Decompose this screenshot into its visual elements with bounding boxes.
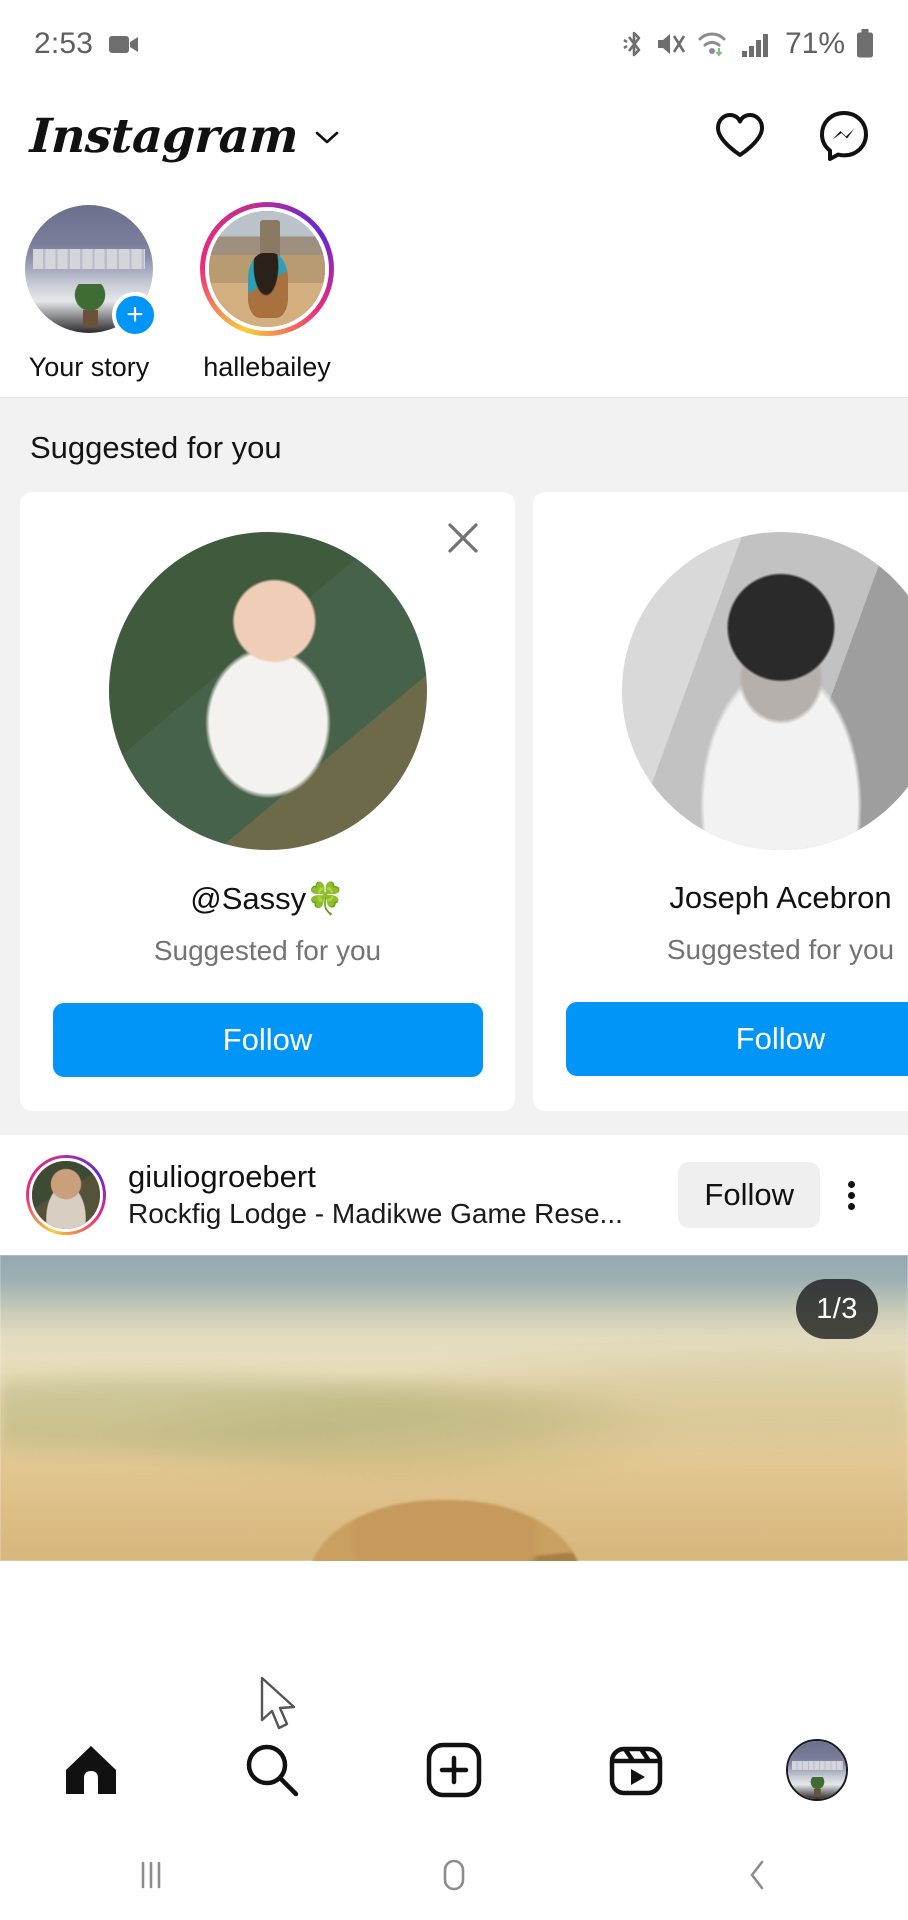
battery-percentage: 71%	[784, 27, 845, 60]
suggested-user-name: @Sassy🍀	[190, 881, 345, 916]
suggested-cards-row[interactable]: @Sassy🍀 Suggested for you Follow Joseph …	[0, 492, 908, 1111]
status-bar-right: 71%	[623, 27, 874, 61]
post-header: giuliogroebert Rockfig Lodge - Madikwe G…	[0, 1135, 908, 1255]
home-button-icon	[443, 1859, 465, 1891]
carousel-indicator: 1/3	[796, 1279, 878, 1339]
battery-icon	[857, 29, 873, 58]
profile-thumbnail-image	[788, 1741, 847, 1799]
more-options-icon[interactable]	[820, 1177, 882, 1214]
avatar	[29, 1158, 103, 1232]
follow-button[interactable]: Follow	[52, 1003, 483, 1077]
bluetooth-icon	[623, 31, 641, 57]
app-header: Instagram	[0, 88, 908, 184]
bottom-navigation-bar	[0, 1710, 908, 1830]
guitarist-desert-image	[209, 211, 325, 327]
suggested-section-title: Suggested for you	[30, 430, 282, 465]
suggested-user-card[interactable]: Joseph Acebron Suggested for you Follow	[533, 492, 908, 1111]
post-location[interactable]: Rockfig Lodge - Madikwe Game Rese...	[128, 1196, 623, 1231]
chevron-down-icon[interactable]	[312, 128, 342, 148]
post-author-avatar-ring[interactable]	[26, 1155, 106, 1235]
recents-icon	[142, 1861, 161, 1889]
status-bar: 2:53 71%	[0, 0, 908, 88]
post-media[interactable]: 1/3	[0, 1255, 908, 1561]
android-system-nav	[0, 1830, 908, 1920]
suggested-user-card[interactable]: @Sassy🍀 Suggested for you Follow	[20, 492, 515, 1111]
woman-in-water-image	[108, 532, 427, 850]
instagram-app-screen: 2:53 71% Instagram + Your story hallebai…	[0, 0, 908, 1920]
video-camera-icon	[109, 35, 139, 53]
sys-home-button[interactable]	[303, 1853, 606, 1897]
post-author-info: giuliogroebert Rockfig Lodge - Madikwe G…	[128, 1159, 623, 1232]
giulio-avatar-image	[32, 1161, 100, 1229]
cellular-signal-icon	[741, 34, 768, 57]
nav-reels[interactable]	[545, 1741, 727, 1799]
story-label: Your story	[28, 352, 150, 382]
nav-search[interactable]	[182, 1741, 364, 1799]
post-follow-button[interactable]: Follow	[678, 1162, 820, 1228]
sys-back-button[interactable]	[605, 1853, 908, 1897]
plus-square-icon	[426, 1742, 482, 1798]
suggested-section: Suggested for you @Sassy🍀 Suggested for …	[0, 397, 908, 1135]
app-header-actions	[714, 110, 878, 162]
nav-home[interactable]	[0, 1742, 182, 1798]
story-hallebailey[interactable]: hallebailey	[178, 202, 356, 383]
nav-create[interactable]	[363, 1741, 545, 1799]
profile-avatar-icon	[786, 1739, 849, 1801]
post-username[interactable]: giuliogroebert	[128, 1159, 623, 1195]
suggested-user-subtitle: Suggested for you	[666, 934, 895, 965]
status-bar-left: 2:53	[34, 27, 139, 61]
story-avatar-ring: +	[22, 202, 158, 338]
suggested-user-subtitle: Suggested for you	[153, 935, 382, 966]
nav-profile[interactable]	[726, 1739, 908, 1801]
story-your-story[interactable]: + Your story	[0, 202, 178, 383]
instagram-wordmark: Instagram	[28, 108, 300, 164]
search-icon	[247, 1744, 299, 1797]
sys-recents-button[interactable]	[0, 1855, 303, 1895]
avatar[interactable]	[621, 532, 908, 850]
messenger-icon[interactable]	[818, 110, 870, 162]
back-icon	[750, 1860, 763, 1890]
photo-blur-overlay	[0, 1334, 908, 1494]
stories-tray[interactable]: + Your story hallebailey	[0, 184, 908, 397]
wifi-icon	[698, 32, 726, 57]
volume-mute-icon	[657, 34, 686, 54]
follow-button[interactable]: Follow	[565, 1002, 908, 1076]
status-bar-clock: 2:53	[34, 27, 94, 60]
avatar[interactable]	[108, 532, 427, 850]
story-label: hallebailey	[203, 352, 331, 382]
heart-icon[interactable]	[714, 112, 766, 160]
story-avatar-ring	[200, 202, 334, 336]
story-thumbnail	[205, 207, 329, 331]
instagram-logo-dropdown[interactable]: Instagram	[28, 108, 342, 164]
man-portrait-bw-image	[621, 532, 908, 850]
suggested-user-name: Joseph Acebron	[669, 880, 892, 915]
home-icon	[65, 1746, 116, 1794]
reels-icon	[609, 1746, 662, 1796]
add-story-badge[interactable]: +	[112, 292, 158, 338]
close-icon[interactable]	[443, 518, 483, 558]
